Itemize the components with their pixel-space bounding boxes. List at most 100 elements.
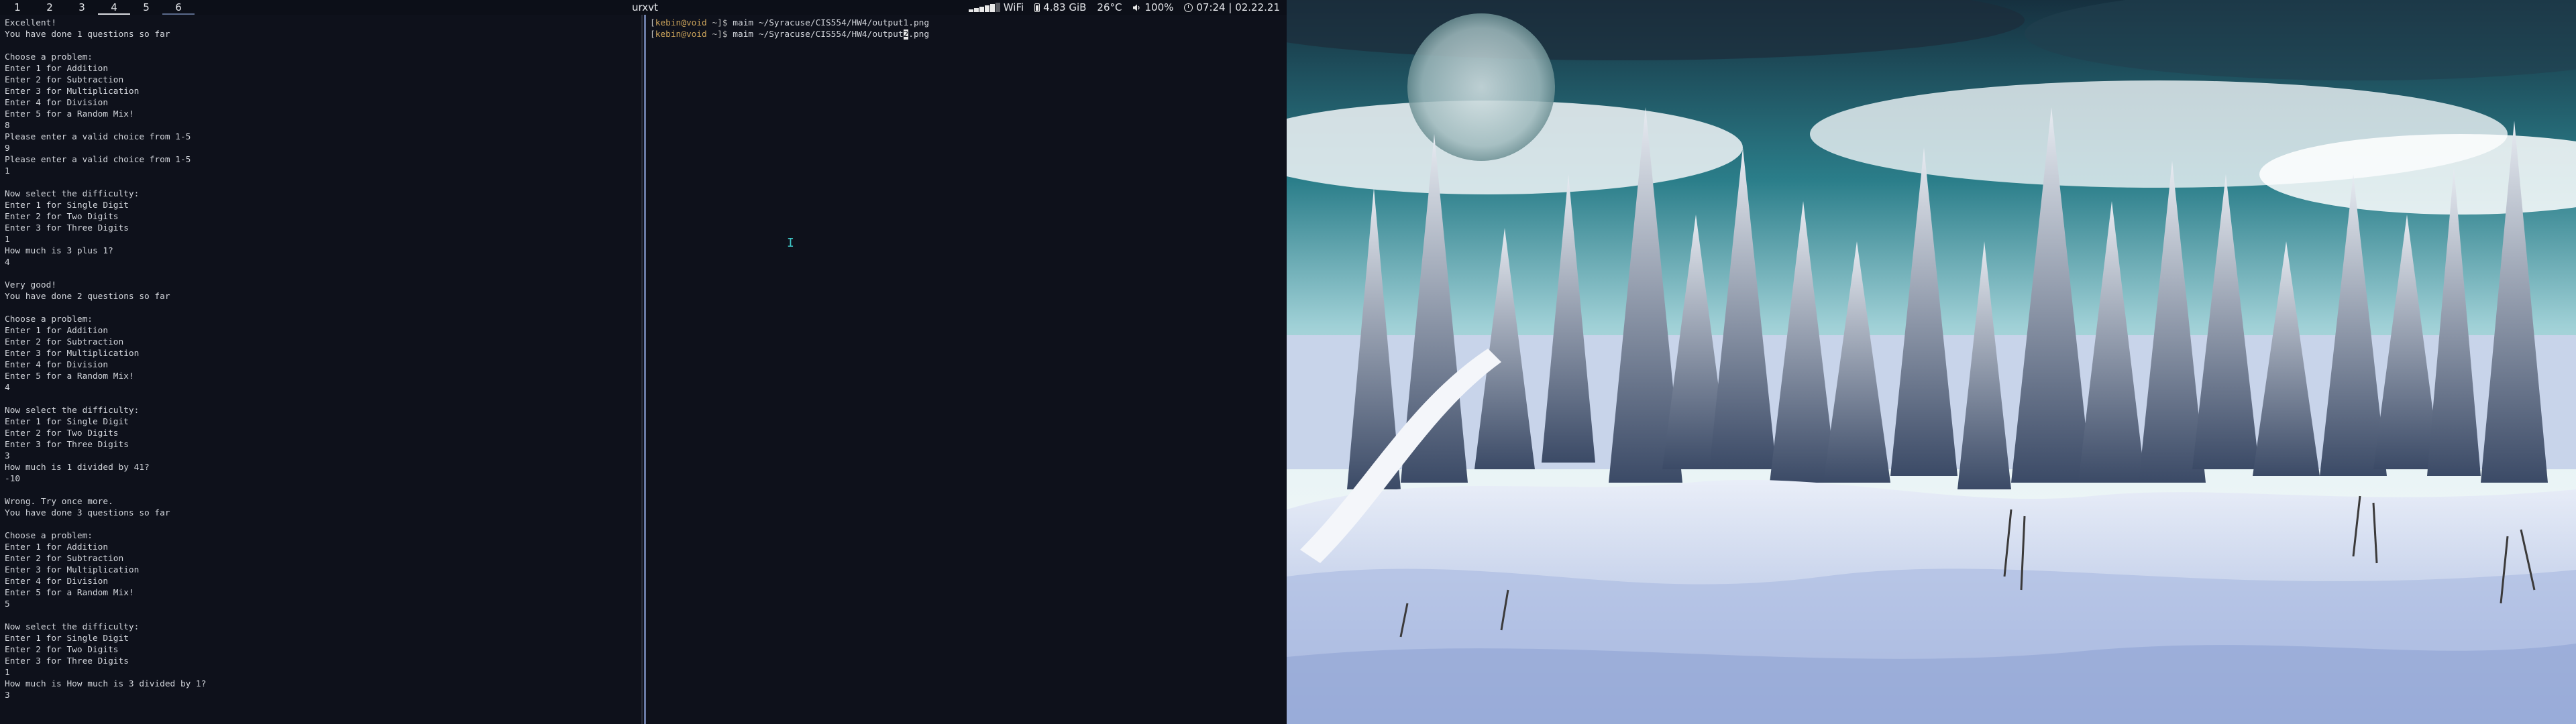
terminal-output-line: Enter 1 for Single Digit — [5, 417, 129, 427]
clock-icon — [1184, 3, 1193, 12]
prompt-bracket: [ — [650, 29, 655, 40]
workspace-list: 1 2 3 4 5 6 — [0, 0, 195, 15]
terminal-output-line: Enter 2 for Two Digits — [5, 645, 119, 655]
terminal-output-line: How much is How much is 3 divided by 1? — [5, 679, 207, 689]
memory-value: 4.83 GiB — [1043, 1, 1087, 13]
terminal-output-line: Enter 2 for Two Digits — [5, 212, 119, 222]
volume-status[interactable]: 100% — [1132, 1, 1173, 13]
terminal-output-line — [5, 610, 641, 621]
right-terminal-window[interactable]: [kebin@void ~]$ maim ~/Syracuse/CIS554/H… — [644, 15, 1287, 724]
terminal-output-line: 4 — [5, 383, 10, 393]
terminal-output-line: 1 — [5, 668, 10, 678]
terminal-output-line: How much is 3 plus 1? — [5, 246, 113, 256]
terminal-output-line — [5, 268, 641, 280]
terminal-output-line: Very good! — [5, 280, 57, 290]
top-status-bar: 1 2 3 4 5 6 urxvt WiFi 4.83 GiB 26°C 100… — [0, 0, 1287, 15]
workspace-6-button[interactable]: 6 — [162, 0, 195, 15]
terminal-output-line: Enter 3 for Multiplication — [5, 86, 140, 97]
terminal-output-line: You have done 1 questions so far — [5, 29, 170, 40]
prompt-user: kebin@void — [655, 18, 707, 28]
workspace-3-button[interactable]: 3 — [66, 0, 98, 15]
terminal-output-line: -10 — [5, 474, 21, 484]
prompt-user: kebin@void — [655, 29, 707, 40]
terminal-output-line — [5, 40, 641, 52]
terminal-output-line: Choose a problem: — [5, 314, 93, 324]
workspace-4-button[interactable]: 4 — [98, 0, 130, 15]
speaker-icon — [1133, 4, 1140, 11]
terminal-output-line: Enter 1 for Addition — [5, 542, 109, 552]
terminal-output-line: Enter 3 for Three Digits — [5, 223, 129, 233]
left-terminal-window[interactable]: Excellent! You have done 1 questions so f… — [0, 15, 643, 724]
terminal-output-line: Enter 3 for Multiplication — [5, 349, 140, 359]
terminal-output-line: Enter 5 for a Random Mix! — [5, 588, 134, 598]
terminal-output-line — [5, 394, 641, 405]
terminal-output-line — [5, 485, 641, 496]
command-text: maim ~/Syracuse/CIS554/HW4/output — [733, 29, 904, 40]
terminal-output-line: 1 — [5, 235, 10, 245]
window-title: urxvt — [632, 1, 658, 13]
terminal-output-line: Please enter a valid choice from 1-5 — [5, 132, 191, 142]
terminal-output-line: Choose a problem: — [5, 531, 93, 541]
moon — [1407, 13, 1555, 161]
terminal-command-line: [kebin@void ~]$ maim ~/Syracuse/CIS554/H… — [650, 17, 1287, 29]
prompt-directory: ~]$ — [706, 18, 733, 28]
terminal-output-line: 4 — [5, 257, 10, 267]
terminal-output-line — [5, 302, 641, 314]
desktop-wallpaper — [1287, 0, 2576, 724]
command-text: maim ~/Syracuse/CIS554/HW4/output1.png — [733, 18, 930, 28]
text-cursor-ibeam-icon: I — [787, 236, 794, 250]
workspace-2-button[interactable]: 2 — [34, 0, 66, 15]
wifi-signal-icon — [968, 3, 1000, 12]
memory-icon — [1034, 3, 1040, 12]
terminal-output-line — [5, 177, 641, 188]
terminal-command-line: [kebin@void ~]$ maim ~/Syracuse/CIS554/H… — [650, 29, 1287, 40]
terminal-output-line: Enter 2 for Subtraction — [5, 337, 124, 347]
prompt-bracket: [ — [650, 18, 655, 28]
terminal-output-line: Enter 3 for Three Digits — [5, 656, 129, 666]
winter-landscape-image — [1287, 0, 2576, 724]
terminal-output-line: Enter 2 for Subtraction — [5, 554, 124, 564]
clock-status: 07:24 | 02.22.21 — [1184, 1, 1280, 13]
terminal-output-line: 8 — [5, 121, 10, 131]
wifi-status: WiFi — [968, 1, 1024, 13]
workspace-1-button[interactable]: 1 — [1, 0, 34, 15]
status-area: WiFi 4.83 GiB 26°C 100% 07:24 | 02.22.21 — [968, 0, 1280, 15]
terminal-output-line: Enter 4 for Division — [5, 577, 109, 587]
terminal-output-line: 5 — [5, 599, 10, 609]
temperature-status: 26°C — [1097, 1, 1122, 13]
terminal-output-line — [5, 519, 641, 530]
terminal-output-line: Enter 1 for Addition — [5, 64, 109, 74]
volume-value: 100% — [1144, 1, 1174, 13]
terminal-output-line: You have done 2 questions so far — [5, 292, 170, 302]
terminal-output-line: How much is 1 divided by 41? — [5, 463, 150, 473]
terminal-output-line: Now select the difficulty: — [5, 622, 140, 632]
wifi-label: WiFi — [1003, 1, 1024, 13]
clock-value: 07:24 | 02.22.21 — [1196, 1, 1280, 13]
terminal-output-line: Now select the difficulty: — [5, 406, 140, 416]
terminal-output-line: You have done 3 questions so far — [5, 508, 170, 518]
terminal-output-line: 3 — [5, 451, 10, 461]
terminal-output-line: Enter 5 for a Random Mix! — [5, 109, 134, 119]
terminal-output-line: 1 — [5, 166, 10, 176]
terminal-output-line: Choose a problem: — [5, 52, 93, 62]
terminal-output-line: Enter 1 for Single Digit — [5, 200, 129, 210]
terminal-output-line: Enter 1 for Single Digit — [5, 634, 129, 644]
terminal-output-line: Enter 4 for Division — [5, 360, 109, 370]
terminal-output-line: Wrong. Try once more. — [5, 497, 113, 507]
terminal-output-line: 3 — [5, 690, 10, 701]
workspace-5-button[interactable]: 5 — [130, 0, 162, 15]
terminal-output-line: Enter 3 for Multiplication — [5, 565, 140, 575]
prompt-directory: ~]$ — [706, 29, 733, 40]
memory-status: 4.83 GiB — [1034, 1, 1086, 13]
terminal-output-line: Enter 5 for a Random Mix! — [5, 371, 134, 381]
terminal-output-line: Enter 2 for Subtraction — [5, 75, 124, 85]
terminal-output-line: Enter 3 for Three Digits — [5, 440, 129, 450]
temperature-value: 26°C — [1097, 1, 1122, 13]
terminal-output-line: Enter 4 for Division — [5, 98, 109, 108]
terminal-output-line: Please enter a valid choice from 1-5 — [5, 155, 191, 165]
terminal-output-line: 9 — [5, 143, 10, 154]
terminal-output-line: Enter 2 for Two Digits — [5, 428, 119, 438]
terminal-output-line: Now select the difficulty: — [5, 189, 140, 199]
terminal-output-line: Excellent! — [5, 18, 57, 28]
terminal-output-line: Enter 1 for Addition — [5, 326, 109, 336]
